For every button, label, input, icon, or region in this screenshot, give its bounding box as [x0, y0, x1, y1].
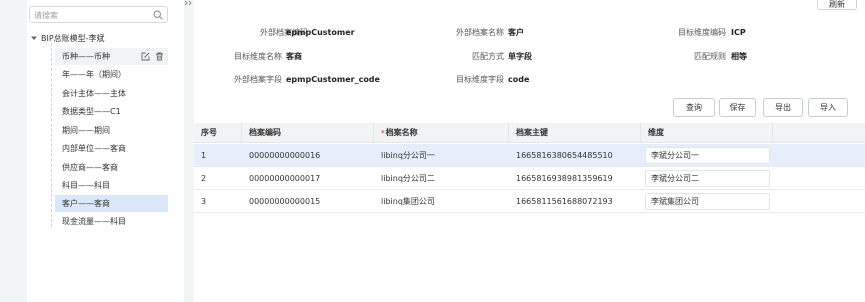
- target-name-value: 客商: [286, 52, 302, 61]
- dimension-field[interactable]: 李斌分公司一: [645, 147, 770, 164]
- tree-guide-line: [51, 43, 52, 227]
- tree-item-year[interactable]: 年——年（期间）: [55, 66, 168, 83]
- cell-code: 00000000000015: [249, 196, 321, 206]
- tree-item-label: 数据类型——C1: [62, 107, 121, 116]
- cell-name: libinq分公司一: [381, 150, 435, 160]
- target-field-label: 目标维度字段: [456, 75, 504, 84]
- tree-item-supplier[interactable]: 供应商——客商: [55, 159, 168, 176]
- tree-root-node[interactable]: BIP总账模型-李斌: [30, 31, 105, 45]
- target-name-label: 目标维度名称: [234, 52, 282, 61]
- table-row[interactable]: 3 00000000000015 libinq集团公司 166581156168…: [194, 190, 865, 213]
- tree-item-label: 年——年（期间）: [62, 70, 126, 79]
- collapse-panel-icon[interactable]: [184, 0, 193, 6]
- tree-item-cashflow[interactable]: 现金流量——科目: [55, 213, 168, 230]
- header-name: * 档案名称: [374, 123, 509, 142]
- header-seq: 序号: [194, 123, 242, 142]
- tree-item-period[interactable]: 期间——期间: [55, 122, 168, 139]
- cell-seq: 1: [201, 150, 207, 160]
- target-field-value: code: [508, 75, 530, 84]
- tree-item-label: 期间——期间: [62, 126, 110, 135]
- cell-key: 1665811561688072193: [516, 196, 613, 206]
- cell-code: 00000000000016: [249, 150, 321, 160]
- ext-field-label: 外部档案字段: [234, 75, 282, 84]
- ext-name-label: 外部档案名称: [456, 28, 504, 37]
- tree-item-label: 币种——币种: [62, 52, 110, 61]
- target-code-value: ICP: [731, 28, 746, 37]
- tree-item-currency[interactable]: 币种——币种: [55, 48, 168, 65]
- match-rule-label: 匹配规则: [694, 52, 726, 61]
- ext-code-value: epmpCustomer: [286, 28, 355, 37]
- tree-item-entity[interactable]: 会计主体——主体: [55, 85, 168, 102]
- cell-name: libinq集团公司: [381, 196, 435, 206]
- ext-field-value: epmpCustomer_code: [286, 75, 380, 84]
- tree-search[interactable]: [29, 6, 168, 23]
- tree-item-customer[interactable]: 客户——客商: [55, 195, 168, 212]
- table-row[interactable]: 2 00000000000017 libinq分公司二 166581693898…: [194, 167, 865, 190]
- match-mode-value: 单字段: [508, 52, 532, 61]
- table-header: 序号 档案编码 * 档案名称 档案主键 维度: [194, 123, 865, 143]
- header-name-label: 档案名称: [385, 128, 418, 137]
- tree-panel: BIP总账模型-李斌 币种——币种 年——年（期间） 会计主体——主体 数据类型…: [27, 0, 184, 302]
- import-button[interactable]: 导入: [808, 98, 848, 117]
- match-mode-label: 匹配方式: [472, 52, 504, 61]
- export-button[interactable]: 导出: [763, 98, 803, 117]
- ext-name-value: 客户: [508, 28, 524, 37]
- search-input[interactable]: [34, 9, 144, 21]
- cell-key: 1665816938981359619: [516, 173, 613, 183]
- cell-code: 00000000000017: [249, 173, 321, 183]
- query-button[interactable]: 查询: [673, 98, 715, 117]
- target-code-label: 目标维度编码: [678, 28, 726, 37]
- tree-item-label: 供应商——客商: [62, 163, 118, 172]
- search-icon[interactable]: [153, 10, 163, 20]
- save-button[interactable]: 保存: [719, 98, 756, 117]
- detail-panel: 刷新 外部档案编码 epmpCustomer 外部档案名称 客户 目标维度编码 …: [194, 0, 865, 302]
- tree-item-label: 现金流量——科目: [62, 217, 126, 226]
- cell-seq: 2: [201, 173, 207, 183]
- refresh-button[interactable]: 刷新: [817, 0, 857, 10]
- cell-key: 1665816380654485510: [516, 150, 613, 160]
- tree-item-label: 客户——客商: [62, 199, 110, 208]
- table-row[interactable]: 1 00000000000016 libinq分公司一 166581638065…: [194, 144, 865, 167]
- tree-item-datatype[interactable]: 数据类型——C1: [55, 103, 168, 120]
- edit-icon[interactable]: [141, 52, 150, 61]
- match-rule-value: 相等: [731, 52, 747, 61]
- required-mark: *: [381, 128, 385, 137]
- header-key: 档案主键: [509, 123, 641, 142]
- tree-item-label: 科目——科目: [62, 181, 110, 190]
- dimension-field[interactable]: 李斌集团公司: [645, 193, 770, 210]
- tree-root-label: BIP总账模型-李斌: [41, 33, 105, 43]
- tree-item-label: 内部单位——客商: [62, 144, 126, 153]
- header-code: 档案编码: [242, 123, 374, 142]
- delete-icon[interactable]: [155, 52, 164, 61]
- caret-down-icon[interactable]: [30, 34, 38, 42]
- header-dim: 维度: [641, 123, 773, 142]
- tree-item-label: 会计主体——主体: [62, 89, 126, 98]
- tree-item-tools: [141, 52, 164, 61]
- cell-seq: 3: [201, 196, 207, 206]
- dimension-field[interactable]: 李斌分公司二: [645, 170, 770, 187]
- cell-name: libinq分公司二: [381, 173, 435, 183]
- tree-item-internal-unit[interactable]: 内部单位——客商: [55, 140, 168, 157]
- tree-item-account[interactable]: 科目——科目: [55, 177, 168, 194]
